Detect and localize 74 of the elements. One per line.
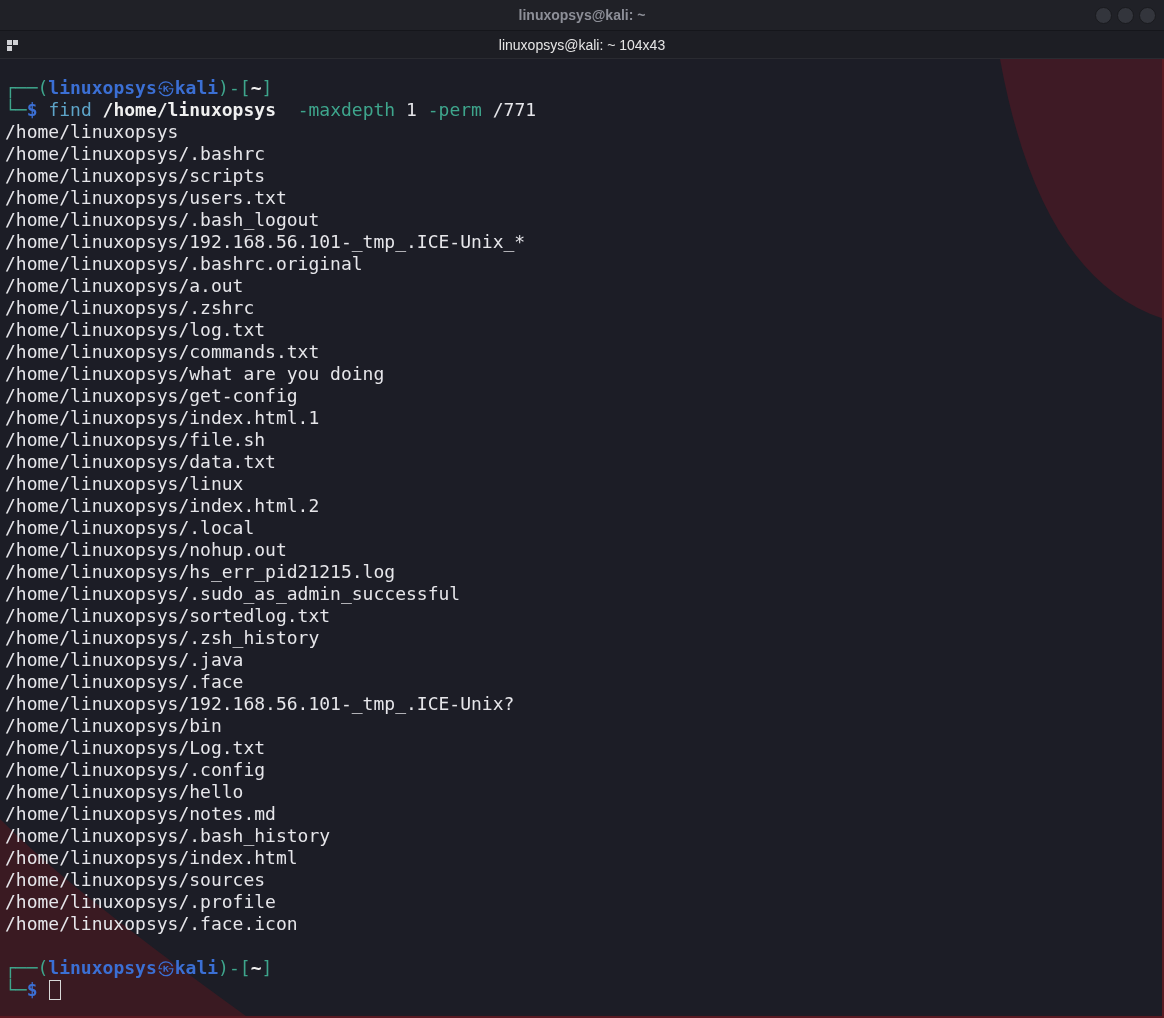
terminal-area[interactable] [0, 59, 1164, 1018]
output-line: /home/linuxopsys/.profile [5, 891, 276, 912]
output-line: /home/linuxopsys/linux [5, 473, 244, 494]
output-line: /home/linuxopsys/commands.txt [5, 341, 320, 362]
output-line: /home/linuxopsys/Log.txt [5, 737, 266, 758]
output-line: /home/linuxopsys/.bash_logout [5, 209, 320, 230]
output-line: /home/linuxopsys/a.out [5, 275, 244, 296]
output-line: /home/linuxopsys/hello [5, 781, 244, 802]
prompt-symbol: ㉿ [156, 77, 175, 98]
command-token: -perm [427, 99, 482, 120]
prompt-directory: ~ [250, 77, 262, 98]
prompt-bracket: [ [239, 77, 251, 98]
minimize-button[interactable] [1095, 7, 1112, 24]
prompt-bracket: ] [261, 957, 273, 978]
prompt-bracket: [ [239, 957, 251, 978]
split-view-icon[interactable] [7, 40, 18, 51]
command-token: /771 [492, 99, 537, 120]
output-line: /home/linuxopsys/.bashrc.original [5, 253, 363, 274]
tab-title[interactable]: linuxopsys@kali: ~ 104x43 [498, 36, 666, 53]
prompt-user: linuxopsys [48, 957, 157, 978]
prompt-frame: ┌── [5, 957, 38, 978]
prompt-symbol: ㉿ [156, 957, 175, 978]
command-token: find [48, 99, 92, 120]
prompt-host: kali [174, 77, 219, 98]
prompt-separator: - [228, 77, 240, 98]
output-line: /home/linuxopsys/.bash_history [5, 825, 331, 846]
prompt-dollar: $ [26, 99, 38, 120]
prompt-host: kali [174, 957, 219, 978]
output-line: /home/linuxopsys/192.168.56.101-_tmp_.ICE-Unix? [5, 693, 515, 714]
output-line: /home/linuxopsys/.zsh_history [5, 627, 320, 648]
output-line: /home/linuxopsys/.zshrc [5, 297, 255, 318]
output-line: /home/linuxopsys/.bashrc [5, 143, 266, 164]
prompt-frame: └─ [5, 99, 27, 120]
prompt-dollar: $ [26, 979, 38, 1000]
prompt-bracket: ( [37, 77, 49, 98]
output-line: /home/linuxopsys/bin [5, 715, 222, 736]
output-line: /home/linuxopsys/sources [5, 869, 266, 890]
command-token: 1 [406, 99, 417, 120]
output-line: /home/linuxopsys/notes.md [5, 803, 276, 824]
prompt-user: linuxopsys [48, 77, 157, 98]
output-line: /home/linuxopsys/users.txt [5, 187, 287, 208]
output-line: /home/linuxopsys/.face.icon [5, 913, 298, 934]
prompt-separator: - [228, 957, 240, 978]
output-line: /home/linuxopsys/get-config [5, 385, 298, 406]
output-line: /home/linuxopsys/data.txt [5, 451, 276, 472]
prompt-bracket: ] [261, 77, 273, 98]
output-line: /home/linuxopsys/sortedlog.txt [5, 605, 331, 626]
output-line: /home/linuxopsys/log.txt [5, 319, 266, 340]
output-line: /home/linuxopsys/nohup.out [5, 539, 287, 560]
output-line: /home/linuxopsys/index.html.1 [5, 407, 320, 428]
output-line: /home/linuxopsys/.face [5, 671, 244, 692]
prompt-bracket: ( [37, 957, 49, 978]
command-token: /home/linuxopsys [102, 99, 276, 120]
prompt-directory: ~ [250, 957, 262, 978]
output-line: /home/linuxopsys/scripts [5, 165, 266, 186]
output-line: /home/linuxopsys/.sudo_as_admin_successful [5, 583, 461, 604]
prompt-bracket: ) [218, 957, 229, 978]
output-line: /home/linuxopsys/what are you doing [5, 363, 385, 384]
output-line: /home/linuxopsys/hs_err_pid21215.log [5, 561, 396, 582]
output-line: /home/linuxopsys/index.html [5, 847, 298, 868]
output-line: /home/linuxopsys/.java [5, 649, 244, 670]
maximize-button[interactable] [1117, 7, 1134, 24]
output-line: /home/linuxopsys/.config [5, 759, 266, 780]
command-token: -maxdepth [296, 99, 396, 120]
output-line: /home/linuxopsys/index.html.2 [5, 495, 320, 516]
prompt-frame: └─ [5, 979, 27, 1000]
prompt-frame: ┌── [5, 77, 38, 98]
window-title: linuxopsys@kali: ~ [518, 7, 646, 23]
output-line: /home/linuxopsys/.local [5, 517, 255, 538]
output-line: /home/linuxopsys/file.sh [5, 429, 266, 450]
close-button[interactable] [1139, 7, 1156, 24]
prompt-bracket: ) [218, 77, 229, 98]
output-line: /home/linuxopsys/192.168.56.101-_tmp_.ICE-Unix_* [5, 231, 526, 252]
output-line: /home/linuxopsys [5, 121, 179, 142]
